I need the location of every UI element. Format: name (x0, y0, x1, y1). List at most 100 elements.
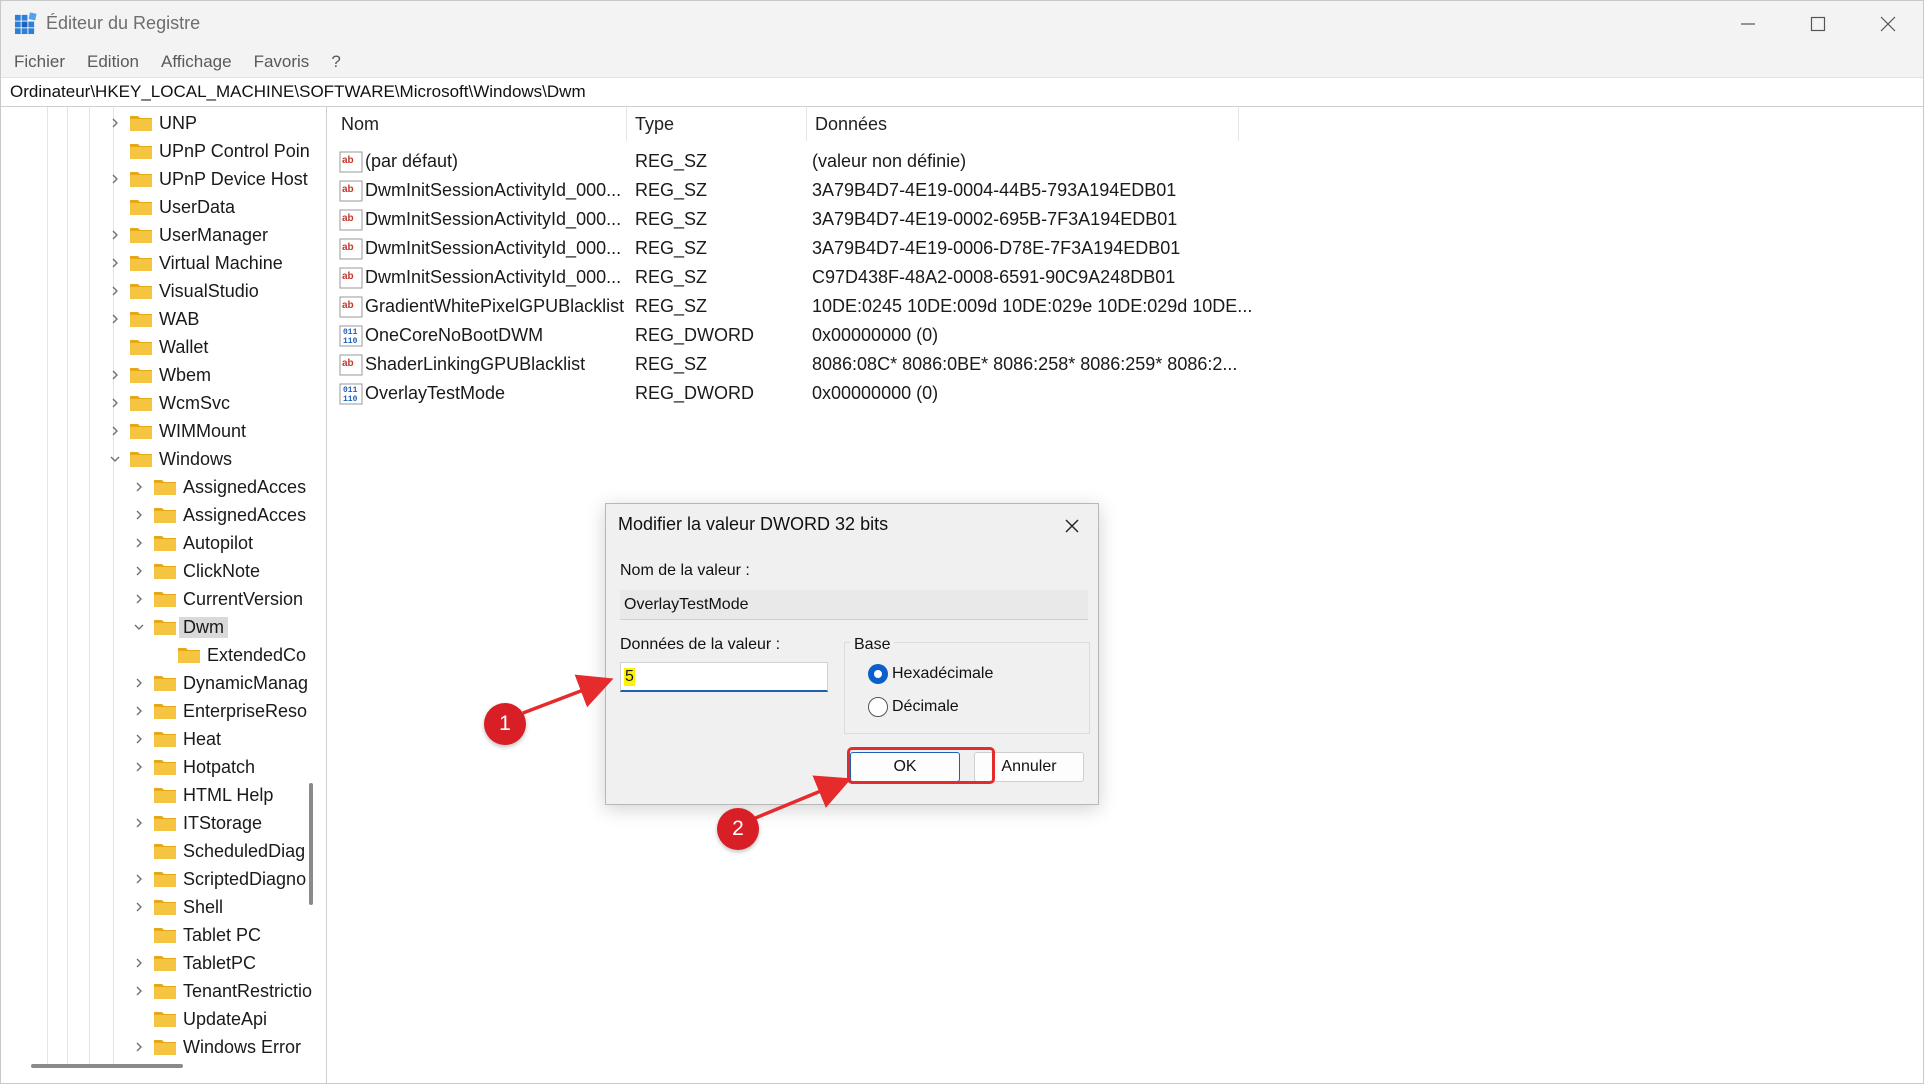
chevron-right-icon[interactable] (131, 899, 147, 915)
svg-text:110: 110 (343, 395, 358, 404)
tree-item-label: VisualStudio (159, 280, 259, 301)
chevron-right-icon[interactable] (107, 255, 123, 271)
tree-item[interactable]: Dwm (131, 613, 228, 641)
chevron-right-icon[interactable] (107, 311, 123, 327)
value-name-text: ShaderLinkingGPUBlacklist (365, 354, 586, 374)
tree-connector (107, 199, 123, 215)
tree-item[interactable]: UPnP Control Poin (107, 137, 310, 165)
values-pane[interactable]: Nom Type Données ab (par défaut) REG_SZ (va… (333, 107, 1923, 1083)
tree-item[interactable]: CurrentVersion (131, 585, 303, 613)
value-row[interactable]: 011 110 OneCoreNoBootDWM REG_DWORD 0x0000000… (333, 321, 1233, 350)
folder-icon (130, 256, 152, 271)
chevron-right-icon[interactable] (107, 367, 123, 383)
value-row[interactable]: ab GradientWhitePixelGPUBlacklist REG_SZ 10… (333, 292, 1252, 321)
chevron-right-icon[interactable] (131, 983, 147, 999)
tree-item[interactable]: DynamicManag (131, 669, 308, 697)
tree-item[interactable]: ScheduledDiag (131, 837, 305, 865)
tree-item[interactable]: VisualStudio (107, 277, 259, 305)
chevron-down-icon[interactable] (107, 451, 123, 467)
chevron-right-icon[interactable] (107, 395, 123, 411)
tree-item[interactable]: UserData (107, 193, 235, 221)
minimize-button[interactable] (1713, 1, 1783, 47)
radio-hexadecimal[interactable]: Hexadécimale (868, 664, 993, 684)
chevron-right-icon[interactable] (131, 563, 147, 579)
value-row[interactable]: ab DwmInitSessionActivityId_000... REG_SZ 3… (333, 205, 1233, 234)
chevron-right-icon[interactable] (131, 675, 147, 691)
tree-vertical-scrollbar[interactable] (309, 783, 313, 905)
menu-edition[interactable]: Edition (87, 52, 139, 72)
tree-item[interactable]: ITStorage (131, 809, 262, 837)
tree-item[interactable]: Shell (131, 893, 223, 921)
tree-item[interactable]: Heat (131, 725, 221, 753)
step-badge-1: 1 (484, 703, 526, 745)
tree-item[interactable]: ExtendedCo (155, 641, 306, 669)
value-data-input[interactable]: 5 (620, 662, 828, 692)
tree-item[interactable]: Tablet PC (131, 921, 261, 949)
value-row[interactable]: 011 110 OverlayTestMode REG_DWORD 0x00000000… (333, 379, 1233, 408)
chevron-right-icon[interactable] (131, 871, 147, 887)
value-name-cell: ab (par défaut) (339, 147, 458, 176)
tree-item[interactable]: WAB (107, 305, 199, 333)
chevron-right-icon[interactable] (131, 1039, 147, 1055)
tree-item[interactable]: AssignedAcces (131, 501, 306, 529)
dialog-close-button[interactable] (1060, 514, 1084, 538)
chevron-right-icon[interactable] (131, 535, 147, 551)
tree-item[interactable]: Autopilot (131, 529, 253, 557)
column-header-data[interactable]: Données (807, 107, 1239, 141)
tree-item[interactable]: TabletPC (131, 949, 256, 977)
chevron-right-icon[interactable] (131, 731, 147, 747)
chevron-right-icon[interactable] (107, 171, 123, 187)
chevron-right-icon[interactable] (107, 115, 123, 131)
tree-item[interactable]: ScriptedDiagno (131, 865, 306, 893)
close-window-button[interactable] (1853, 1, 1923, 47)
tree-item[interactable]: TenantRestrictio (131, 977, 312, 1005)
chevron-right-icon[interactable] (131, 479, 147, 495)
chevron-right-icon[interactable] (107, 227, 123, 243)
chevron-down-icon[interactable] (131, 619, 147, 635)
tree-item[interactable]: EnterpriseReso (131, 697, 307, 725)
tree-item[interactable]: UPnP Device Host (107, 165, 308, 193)
menu-fichier[interactable]: Fichier (14, 52, 65, 72)
column-header-type[interactable]: Type (627, 107, 807, 141)
tree-item[interactable]: Wallet (107, 333, 208, 361)
menu-affichage[interactable]: Affichage (161, 52, 232, 72)
tree-horizontal-scrollbar[interactable] (31, 1064, 183, 1068)
tree-item[interactable]: Windows (107, 445, 232, 473)
address-bar[interactable]: Ordinateur\HKEY_LOCAL_MACHINE\SOFTWARE\M… (1, 77, 1923, 107)
tree-item[interactable]: WIMMount (107, 417, 246, 445)
key-tree-pane[interactable]: UNP UPnP Control Poin UPnP Device Host User… (3, 107, 327, 1083)
maximize-button[interactable] (1783, 1, 1853, 47)
chevron-right-icon[interactable] (131, 507, 147, 523)
value-row[interactable]: ab DwmInitSessionActivityId_000... REG_SZ C… (333, 263, 1233, 292)
value-row[interactable]: ab (par défaut) REG_SZ (valeur non définie) (333, 147, 1233, 176)
svg-text:011: 011 (343, 328, 358, 337)
tree-item[interactable]: Windows Error (131, 1033, 301, 1061)
radio-decimal[interactable]: Décimale (868, 697, 959, 717)
value-row[interactable]: ab ShaderLinkingGPUBlacklist REG_SZ 8086:08… (333, 350, 1237, 379)
tree-item[interactable]: WcmSvc (107, 389, 230, 417)
tree-connector (131, 843, 147, 859)
tree-item[interactable]: Virtual Machine (107, 249, 283, 277)
tree-item[interactable]: UNP (107, 109, 197, 137)
tree-item[interactable]: Hotpatch (131, 753, 255, 781)
chevron-right-icon[interactable] (131, 815, 147, 831)
chevron-right-icon[interactable] (131, 703, 147, 719)
tree-item[interactable]: Wbem (107, 361, 211, 389)
tree-item[interactable]: ClickNote (131, 557, 260, 585)
column-header-name[interactable]: Nom (333, 107, 627, 141)
value-row[interactable]: ab DwmInitSessionActivityId_000... REG_SZ 3… (333, 176, 1233, 205)
value-row[interactable]: ab DwmInitSessionActivityId_000... REG_SZ 3… (333, 234, 1233, 263)
tree-item[interactable]: AssignedAcces (131, 473, 306, 501)
menu-help[interactable]: ? (331, 52, 340, 72)
tree-item-label: ExtendedCo (207, 644, 307, 665)
tree-item[interactable]: UpdateApi (131, 1005, 267, 1033)
tree-item[interactable]: UserManager (107, 221, 268, 249)
chevron-right-icon[interactable] (107, 283, 123, 299)
tree-item[interactable]: HTML Help (131, 781, 273, 809)
chevron-right-icon[interactable] (131, 759, 147, 775)
menu-favoris[interactable]: Favoris (254, 52, 310, 72)
chevron-right-icon[interactable] (107, 423, 123, 439)
chevron-right-icon[interactable] (131, 591, 147, 607)
chevron-right-icon[interactable] (131, 955, 147, 971)
value-name-text: DwmInitSessionActivityId_000... (365, 238, 622, 258)
